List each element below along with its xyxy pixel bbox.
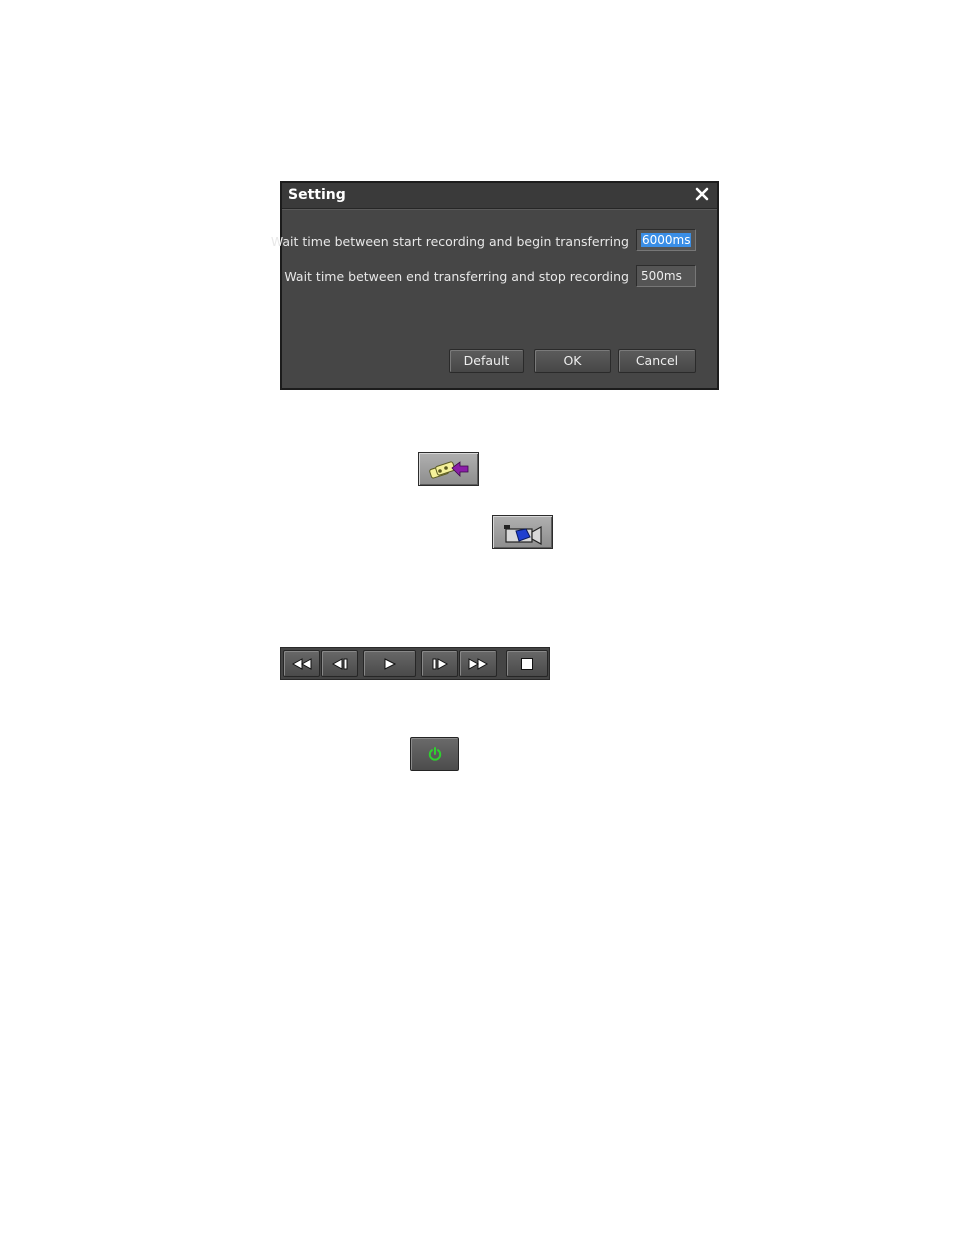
start-wait-field[interactable]: 6000ms <box>636 229 696 251</box>
stop-button[interactable] <box>506 650 548 677</box>
ok-button[interactable]: OK <box>534 349 611 373</box>
default-button[interactable]: Default <box>449 349 524 373</box>
end-wait-value: 500ms <box>641 269 682 283</box>
end-wait-label: Wait time between end transferring and s… <box>284 269 629 284</box>
close-icon[interactable] <box>694 186 710 202</box>
start-wait-label: Wait time between start recording and be… <box>270 234 629 249</box>
fast-forward-button[interactable] <box>459 650 497 677</box>
setting-dialog: Setting Wait time between start recordin… <box>271 181 719 390</box>
capture-button[interactable] <box>418 452 479 486</box>
rewind-icon <box>291 657 311 670</box>
dialog-titlebar[interactable]: Setting <box>282 183 717 209</box>
cancel-button[interactable]: Cancel <box>618 349 696 373</box>
camera-button[interactable] <box>492 515 553 549</box>
dialog-title: Setting <box>288 187 346 203</box>
rewind-button[interactable] <box>283 650 320 677</box>
end-wait-field[interactable]: 500ms <box>636 265 696 287</box>
dialog-body: Wait time between start recording and be… <box>271 209 717 388</box>
play-icon <box>384 657 396 670</box>
power-icon <box>428 747 441 761</box>
play-button[interactable] <box>363 650 416 677</box>
step-back-button[interactable] <box>321 650 358 677</box>
power-button[interactable] <box>410 737 459 771</box>
transport-bar <box>280 647 550 680</box>
step-forward-icon <box>432 657 448 670</box>
start-wait-value: 6000ms <box>641 233 692 247</box>
tape-capture-icon <box>429 461 469 479</box>
video-camera-icon <box>504 525 542 546</box>
step-forward-button[interactable] <box>421 650 458 677</box>
stop-icon <box>521 657 533 670</box>
fast-forward-icon <box>468 657 489 670</box>
step-back-icon <box>331 657 347 670</box>
